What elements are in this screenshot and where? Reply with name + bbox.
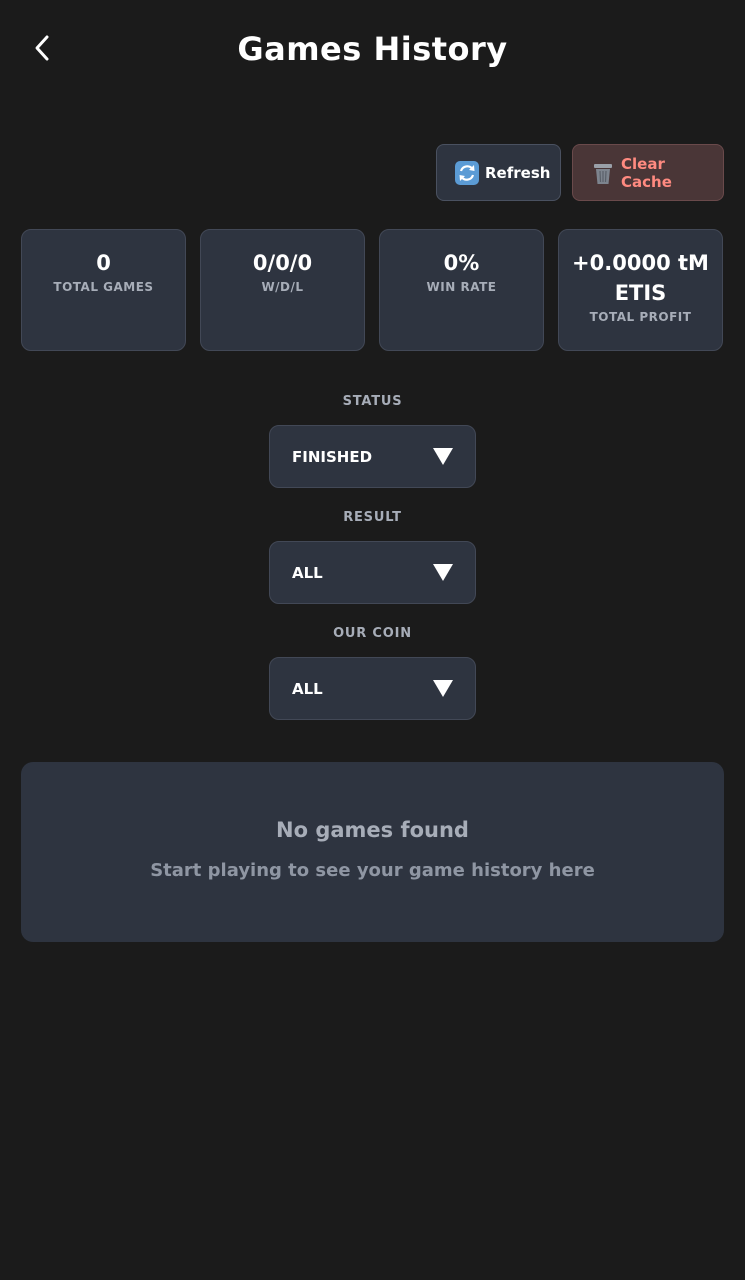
refresh-label: Refresh bbox=[485, 163, 551, 182]
stat-label: WIN RATE bbox=[426, 280, 497, 294]
refresh-icon bbox=[455, 160, 479, 185]
result-filter-label: RESULT bbox=[343, 510, 402, 525]
clear-cache-label: Clear Cache bbox=[621, 154, 672, 191]
triangle-down-icon bbox=[433, 680, 453, 697]
our-coin-select[interactable]: ALL bbox=[269, 657, 476, 720]
result-select-value: ALL bbox=[292, 563, 323, 582]
status-select[interactable]: FINISHED bbox=[269, 425, 476, 488]
stat-card-win-rate: 0% WIN RATE bbox=[379, 229, 544, 351]
stat-value: 0% bbox=[443, 251, 480, 275]
result-select[interactable]: ALL bbox=[269, 541, 476, 604]
action-bar: Refresh Clear Cache bbox=[436, 144, 724, 201]
empty-state: No games found Start playing to see your… bbox=[21, 762, 724, 942]
empty-state-subtitle: Start playing to see your game history h… bbox=[150, 860, 595, 881]
status-select-value: FINISHED bbox=[292, 447, 373, 466]
stat-value: +0.0000 tMETIS bbox=[572, 251, 709, 305]
stat-label: TOTAL GAMES bbox=[53, 280, 154, 294]
status-filter-label: STATUS bbox=[342, 394, 403, 409]
our-coin-select-value: ALL bbox=[292, 679, 323, 698]
stat-label: TOTAL PROFIT bbox=[589, 310, 692, 324]
clear-cache-button[interactable]: Clear Cache bbox=[572, 144, 724, 201]
stat-card-total-games: 0 TOTAL GAMES bbox=[21, 229, 186, 351]
our-coin-filter-label: OUR COIN bbox=[333, 626, 412, 641]
status-filter: STATUS bbox=[0, 394, 745, 409]
triangle-down-icon bbox=[433, 448, 453, 465]
stat-card-total-profit: +0.0000 tMETIS TOTAL PROFIT bbox=[558, 229, 723, 351]
empty-state-title: No games found bbox=[276, 818, 469, 842]
stat-card-wdl: 0/0/0 W/D/L bbox=[200, 229, 365, 351]
stat-value: 0 bbox=[96, 251, 111, 275]
page-title: Games History bbox=[237, 30, 508, 68]
our-coin-filter: OUR COIN bbox=[0, 626, 745, 641]
refresh-button[interactable]: Refresh bbox=[436, 144, 561, 201]
header: Games History bbox=[0, 0, 745, 104]
triangle-down-icon bbox=[433, 564, 453, 581]
stats-row: 0 TOTAL GAMES 0/0/0 W/D/L 0% WIN RATE +0… bbox=[21, 229, 724, 351]
stat-value: 0/0/0 bbox=[252, 251, 313, 275]
trash-icon bbox=[591, 161, 615, 185]
stat-label: W/D/L bbox=[261, 280, 304, 294]
result-filter: RESULT bbox=[0, 510, 745, 525]
